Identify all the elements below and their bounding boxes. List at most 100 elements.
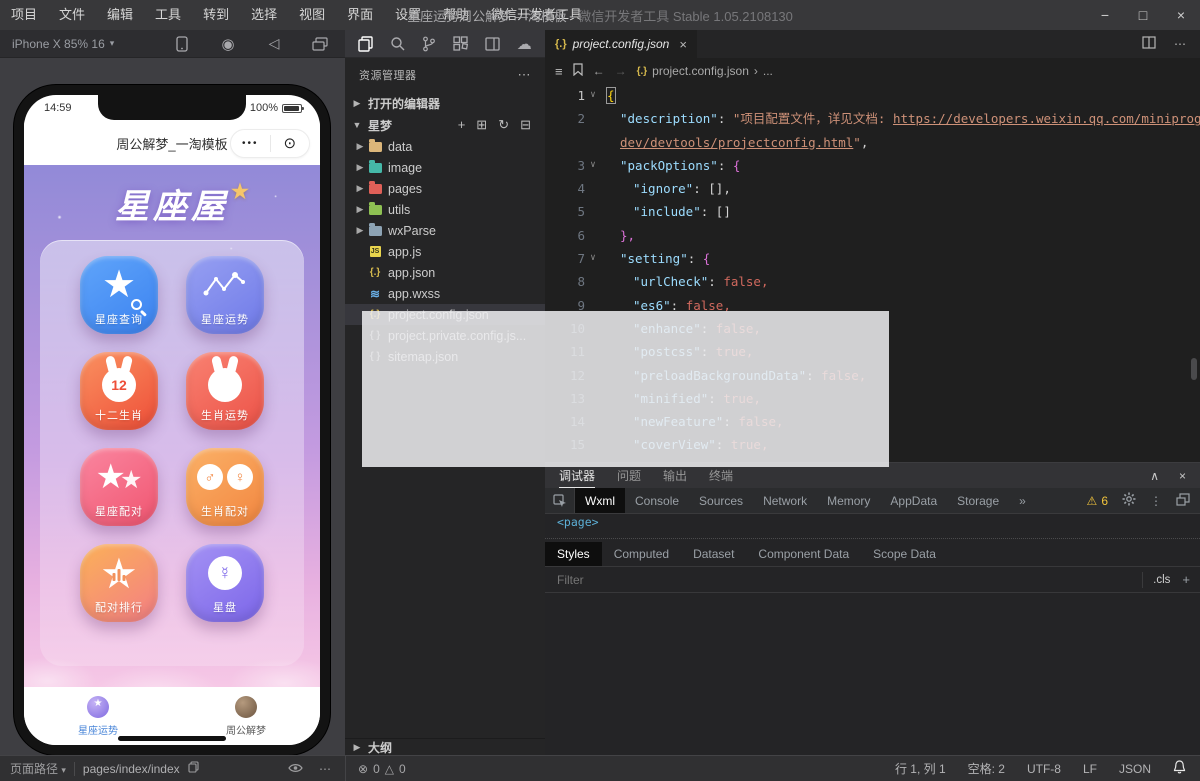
app-tile-2[interactable]: 12十二生肖 [80,352,158,430]
inspect-element-icon[interactable] [545,488,575,513]
menu-item-5[interactable]: 选择 [240,0,288,30]
device-picker[interactable]: iPhone X 85% 16 ▾ [12,37,114,51]
maximize-button[interactable]: □ [1124,0,1162,30]
editor-scrollbar[interactable] [1191,358,1197,380]
fold-icon[interactable]: ∨ [585,154,601,177]
style-tab-computed[interactable]: Computed [602,542,681,566]
menu-item-0[interactable]: 项目 [0,0,48,30]
tree-item-pages[interactable]: ▶pages [345,178,545,199]
cloud-icon[interactable]: ☁ [513,33,535,55]
capsule-more-icon[interactable]: ••• [231,138,270,149]
more-actions-icon[interactable]: ⋯ [1174,37,1186,51]
extensions-icon[interactable] [450,33,472,55]
devtools-tab-appdata[interactable]: AppData [880,488,947,513]
new-file-icon[interactable]: + [458,117,466,133]
refresh-icon[interactable]: ↻ [498,117,509,133]
record-icon[interactable]: ◉ [217,33,239,55]
app-tile-4[interactable]: ★★星座配对 [80,448,158,526]
close-panel-icon[interactable]: × [1179,469,1186,483]
encoding[interactable]: UTF-8 [1027,762,1061,776]
explorer-icon[interactable] [355,33,377,55]
devtools-tab-wxml[interactable]: Wxml [575,488,625,513]
menu-item-7[interactable]: 界面 [336,0,384,30]
list-icon[interactable]: ≡ [555,64,563,79]
eol[interactable]: LF [1083,762,1097,776]
capsule-exit-icon[interactable]: ⊙ [271,136,310,151]
gear-icon[interactable] [1122,492,1136,509]
minimize-button[interactable]: − [1086,0,1124,30]
phone-tab-1[interactable]: 周公解梦 [226,696,266,737]
app-tile-3[interactable]: 生肖运势 [186,352,264,430]
style-tab-component-data[interactable]: Component Data [746,542,861,566]
fold-icon [585,131,601,154]
app-tile-5[interactable]: ♂♀生肖配对 [186,448,264,526]
app-tile-0[interactable]: ★星座查询 [80,256,158,334]
devtools-tab-console[interactable]: Console [625,488,689,513]
current-page-path[interactable]: pages/index/index [83,762,180,776]
new-folder-icon[interactable]: ⊞ [476,117,487,133]
menu-item-2[interactable]: 编辑 [96,0,144,30]
bookmark-icon[interactable] [573,63,583,79]
window-title-app: - 微信开发者工具 Stable 1.05.2108130 [570,9,793,24]
tabs-overflow-icon[interactable]: » [1009,488,1036,513]
close-button[interactable]: × [1162,0,1200,30]
menu-item-6[interactable]: 视图 [288,0,336,30]
back-icon[interactable]: ← [593,64,605,78]
cursor-position[interactable]: 行 1, 列 1 [895,760,946,777]
language-mode[interactable]: JSON [1119,762,1151,776]
eye-icon[interactable] [288,762,303,776]
breadcrumb-file[interactable]: {.} project.config.json › ... [637,64,773,78]
tree-item-app-json[interactable]: {.}app.json [345,262,545,283]
split-editor-icon[interactable] [1142,36,1156,52]
style-tab-styles[interactable]: Styles [545,542,602,566]
kebab-menu-icon[interactable]: ⋮ [1150,494,1162,508]
devtools-tab-network[interactable]: Network [753,488,817,513]
style-tab-scope-data[interactable]: Scope Data [861,542,948,566]
page-element-tag[interactable]: <page> [557,515,599,529]
more-icon[interactable]: ⋯ [319,762,331,776]
outline-section[interactable]: ▶ 大纲 [345,738,545,755]
menu-item-1[interactable]: 文件 [48,0,96,30]
indent-setting[interactable]: 空格: 2 [968,760,1005,777]
phone-icon[interactable] [171,33,193,55]
add-style-icon[interactable]: + [1180,572,1190,587]
tree-item-app-js[interactable]: JSapp.js [345,241,545,262]
undock-icon[interactable] [1176,493,1190,509]
tree-item-wxparse[interactable]: ▶wxParse [345,220,545,241]
devtools-tab-memory[interactable]: Memory [817,488,880,513]
project-section[interactable]: ▼ 星梦 +⊞↻⊟ [345,114,545,136]
tree-item-app-wxss[interactable]: ≋app.wxss [345,283,545,304]
copy-icon[interactable] [188,761,199,776]
git-icon[interactable] [418,33,440,55]
open-editors-section[interactable]: ▶ 打开的编辑器 [345,92,545,114]
menu-item-3[interactable]: 工具 [144,0,192,30]
tree-item-image[interactable]: ▶image [345,157,545,178]
collapse-all-icon[interactable]: ⊟ [520,117,531,133]
collapse-panel-icon[interactable]: ∧ [1150,469,1159,483]
filter-input[interactable] [555,572,1142,588]
audio-icon[interactable]: ◁ [263,33,285,55]
editor-layout-icon[interactable] [482,33,504,55]
tab-close-icon[interactable]: × [679,37,687,52]
search-icon[interactable] [386,33,408,55]
element-tree[interactable]: <page> [545,514,1200,538]
tree-item-utils[interactable]: ▶utils [345,199,545,220]
cls-button[interactable]: .cls [1142,572,1180,588]
page-path-dropdown[interactable]: 页面路径 ▾ [10,760,66,777]
devtools-tab-sources[interactable]: Sources [689,488,753,513]
explorer-more-icon[interactable]: ⋯ [518,67,532,83]
tab-project-config-json[interactable]: {.} project.config.json × [545,30,697,58]
forward-icon[interactable]: → [615,64,627,78]
app-tile-1[interactable]: 星座运势 [186,256,264,334]
bell-icon[interactable] [1173,760,1186,777]
tree-item-data[interactable]: ▶data [345,136,545,157]
fold-icon[interactable]: ∨ [585,84,601,107]
fold-icon[interactable]: ∨ [585,247,601,270]
multi-window-icon[interactable] [309,33,331,55]
warning-badge[interactable]: ⚠6 [1087,494,1108,508]
phone-tab-0[interactable]: 星座运势 [78,696,118,737]
problems-counter[interactable]: ⊗ 0 △ 0 [345,756,418,781]
menu-item-4[interactable]: 转到 [192,0,240,30]
devtools-tab-storage[interactable]: Storage [947,488,1009,513]
style-tab-dataset[interactable]: Dataset [681,542,746,566]
